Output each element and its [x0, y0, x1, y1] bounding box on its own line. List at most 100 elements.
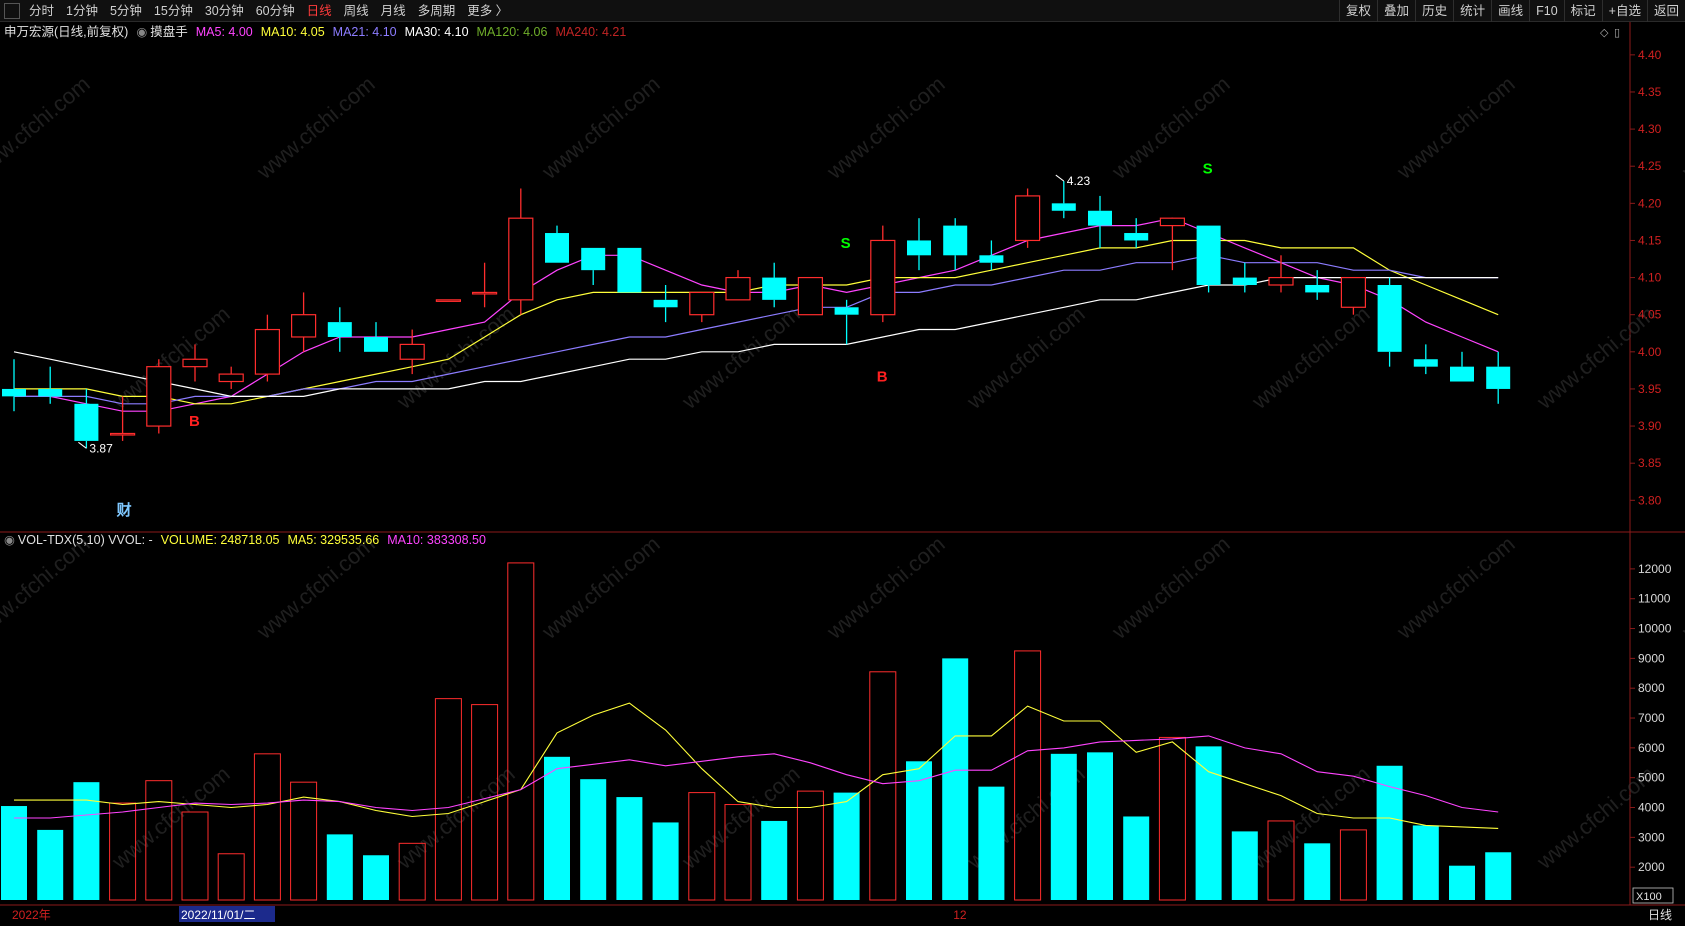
- candle-41: [1486, 351, 1511, 404]
- volume-bar-21: [761, 820, 788, 900]
- candle-body: [146, 366, 172, 427]
- candle-25: [907, 218, 931, 271]
- period-tabs: 分时 1分钟 5分钟 15分钟 30分钟 60分钟 日线 周线 月线 多周期 更多 〉: [0, 0, 514, 22]
- price-tick-label-9: 3.95: [1638, 382, 1662, 396]
- toolbar-button-4[interactable]: 画线: [1491, 0, 1529, 22]
- price-tick-label-7: 4.05: [1638, 308, 1662, 322]
- candle-12: [435, 299, 461, 302]
- watermark-text: www.cfchi.com: [0, 71, 95, 184]
- candle-body: [834, 307, 859, 315]
- volume-bar-40: [1449, 865, 1475, 900]
- toolbar-button-0[interactable]: 复权: [1339, 0, 1377, 22]
- watermark-text: www.cfchi.com: [961, 301, 1089, 414]
- period-tab-7[interactable]: 周线: [338, 0, 375, 22]
- period-tab-0[interactable]: 分时: [23, 0, 60, 22]
- candle-body: [653, 299, 678, 308]
- period-corner-label: 日线: [1648, 908, 1672, 922]
- volume-tick-label-8: 4000: [1638, 801, 1665, 815]
- price-ma-label-1: MA10: 4.05: [261, 25, 325, 39]
- candle-body: [617, 247, 642, 293]
- watermark-text: www.cfchi.com: [251, 531, 379, 644]
- price-ma-label-3: MA30: 4.10: [405, 25, 469, 39]
- candle-10: [364, 322, 388, 352]
- candle-4: [146, 359, 172, 434]
- toolbar-button-2[interactable]: 历史: [1415, 0, 1453, 22]
- candle-40: [1450, 351, 1474, 382]
- volume-tick-label-4: 8000: [1638, 681, 1665, 695]
- candle-body: [1450, 366, 1474, 382]
- period-tab-1[interactable]: 1分钟: [60, 0, 104, 22]
- price-tick-label-2: 4.30: [1638, 122, 1662, 136]
- candle-body: [1305, 285, 1330, 293]
- period-tab-6[interactable]: 日线: [301, 0, 338, 22]
- candle-body: [1088, 210, 1112, 226]
- panel-toggle-icon[interactable]: [4, 2, 20, 19]
- candle-body: [182, 358, 208, 368]
- volume-bar-17: [616, 797, 643, 900]
- toolbar-button-8[interactable]: 返回: [1646, 0, 1685, 22]
- price-ma-label-5: MA240: 4.21: [555, 25, 626, 39]
- extreme-label-0: 3.87: [89, 441, 113, 455]
- candle-17: [617, 247, 642, 293]
- volume-ma-label-1: MA5: 329535.66: [288, 533, 380, 547]
- candle-body: [472, 291, 498, 295]
- volume-tick-label-10: 2000: [1638, 860, 1665, 874]
- candle-0: [2, 359, 26, 412]
- toolbar-button-3[interactable]: 统计: [1453, 0, 1491, 22]
- volume-bar-1: [37, 829, 64, 900]
- volume-ma-label-2: MA10: 383308.50: [387, 533, 486, 547]
- candle-24: [870, 225, 896, 323]
- candle-14: [508, 188, 534, 315]
- candle-body: [435, 299, 461, 302]
- toolbar-button-7[interactable]: +自选: [1601, 0, 1647, 22]
- candle-body: [1268, 276, 1294, 286]
- period-tab-5[interactable]: 60分钟: [250, 0, 301, 22]
- candle-27: [979, 240, 1004, 271]
- candle-26: [943, 218, 968, 271]
- period-tab-9[interactable]: 多周期: [412, 0, 462, 22]
- toolbar-button-5[interactable]: F10: [1529, 0, 1564, 22]
- period-tab-8[interactable]: 月线: [375, 0, 412, 22]
- volume-bar-0: [1, 806, 27, 900]
- candle-body: [1159, 217, 1186, 227]
- watermark-text: www.cfchi.com: [1676, 531, 1685, 644]
- volume-ma-label-0: VOLUME: 248718.05: [161, 533, 280, 547]
- x-axis-label-1: 2022/11/01/二: [181, 908, 256, 922]
- toolbar-button-1[interactable]: 叠加: [1377, 0, 1415, 22]
- watermark-text: www.cfchi.com: [676, 301, 804, 414]
- watermark-text: www.cfchi.com: [1246, 301, 1374, 414]
- candle-body: [725, 276, 751, 301]
- period-tab-4[interactable]: 30分钟: [199, 0, 250, 22]
- candle-18: [653, 285, 678, 323]
- candle-body: [38, 388, 63, 397]
- volume-bar-16: [580, 779, 607, 900]
- x-axis-label-0: 2022年: [12, 908, 51, 922]
- candle-body: [327, 322, 352, 337]
- candle-11: [399, 329, 425, 375]
- watermark-text: www.cfchi.com: [1676, 71, 1685, 184]
- candle-21: [762, 262, 787, 308]
- candle-19: [689, 291, 715, 323]
- period-tab-2[interactable]: 5分钟: [104, 0, 148, 22]
- candle-31: [1124, 218, 1149, 248]
- period-tab-10[interactable]: 更多 〉: [461, 0, 514, 22]
- signal-label-4: B: [877, 369, 888, 386]
- stock-chart[interactable]: www.cfchi.com www.cfchi.com www.cfchi.com w…: [0, 0, 1685, 926]
- toolbar-button-6[interactable]: 标记: [1563, 0, 1602, 22]
- extreme-pointer: [78, 441, 87, 449]
- watermark-text: www.cfchi.com: [251, 71, 379, 184]
- volume-tick-label-9: 3000: [1638, 830, 1665, 844]
- candle-15: [545, 225, 569, 263]
- volume-bar-10: [363, 855, 389, 900]
- candle-body: [943, 225, 968, 256]
- volume-tick-label-7: 5000: [1638, 771, 1665, 785]
- candle-39: [1413, 344, 1438, 375]
- volume-bar-23: [833, 792, 860, 900]
- period-tab-3[interactable]: 15分钟: [148, 0, 199, 22]
- volume-bar-27: [978, 786, 1005, 900]
- volume-bar-28: [1014, 650, 1042, 901]
- volume-bar-39: [1412, 825, 1439, 900]
- candle-body: [979, 255, 1004, 263]
- volume-tick-label-1: 11000: [1638, 592, 1671, 606]
- price-tick-label-8: 4.00: [1638, 345, 1662, 359]
